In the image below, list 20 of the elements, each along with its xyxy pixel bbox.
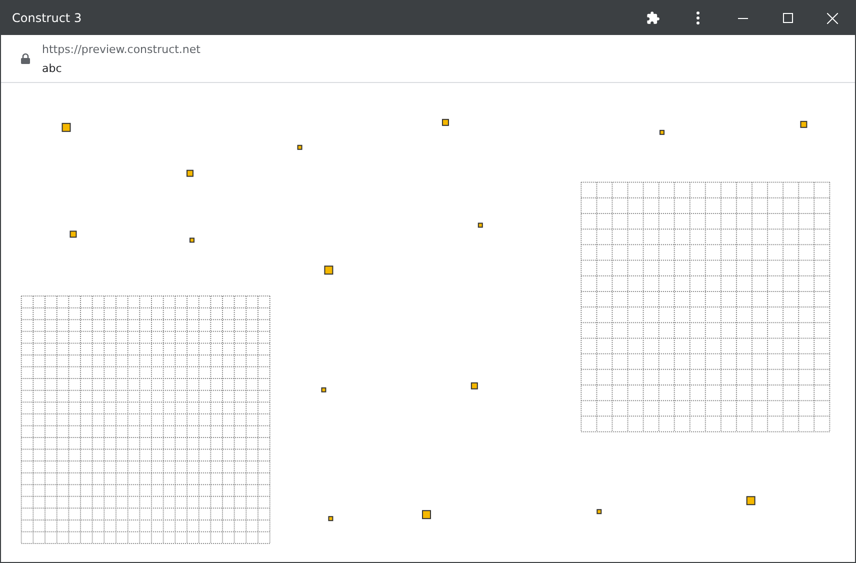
lock-icon — [21, 53, 30, 64]
square — [328, 516, 334, 522]
square — [660, 130, 664, 135]
square — [70, 230, 77, 238]
square — [186, 170, 194, 177]
square — [470, 382, 478, 390]
square — [800, 120, 808, 128]
square — [478, 222, 483, 228]
square — [62, 122, 71, 132]
url-text: https://preview.construct.net — [42, 42, 200, 56]
page-title: abc — [42, 62, 63, 74]
square — [596, 509, 602, 514]
square — [190, 238, 194, 243]
square — [746, 496, 756, 506]
square — [324, 266, 334, 275]
square — [297, 144, 302, 150]
square — [442, 118, 449, 126]
square — [321, 387, 326, 392]
square — [422, 510, 431, 520]
window-title: Construct 3 — [12, 11, 83, 25]
